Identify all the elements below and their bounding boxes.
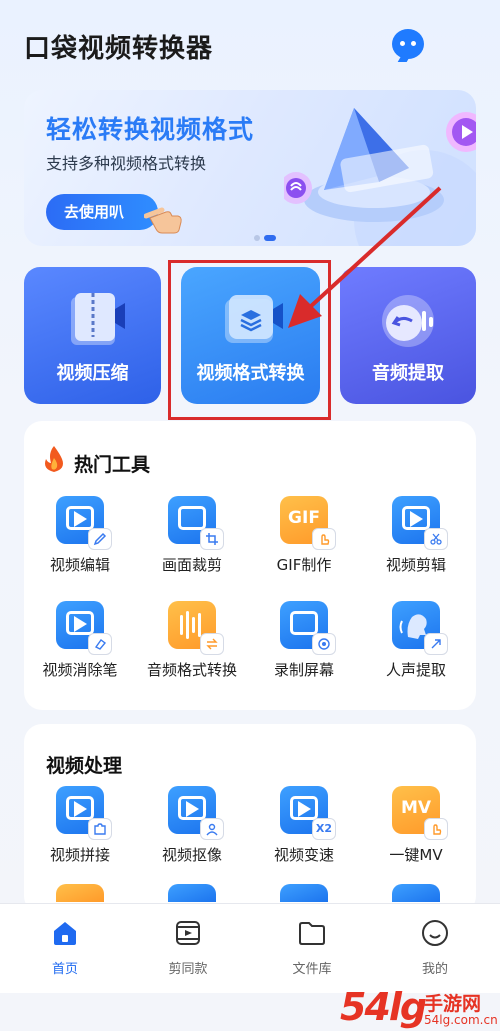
tool-label: 音频格式转换 (146, 661, 237, 679)
tab-label: 我的 (421, 962, 448, 977)
template-icon (176, 921, 200, 945)
video-edit-icon (56, 496, 112, 550)
eraser-icon (56, 601, 112, 655)
tab-label: 文件库 (292, 962, 332, 977)
tool-video-cut[interactable]: 视频剪辑 (360, 496, 472, 575)
record-badge-icon (312, 633, 336, 655)
screen-record-icon (280, 601, 336, 655)
crop-icon (168, 496, 224, 550)
watermark-url: 54lg.com.cn (424, 1013, 498, 1027)
gif-icon-text: GIF (288, 508, 320, 528)
tool-label: 视频抠像 (161, 846, 222, 864)
bottom-tab-bar: 首页 剪同款 文件库 我的 (0, 903, 500, 993)
tab-file-library[interactable]: 文件库 (262, 918, 362, 977)
next-row-icon-peek (168, 884, 216, 902)
tool-label: 人声提取 (385, 661, 446, 679)
tab-label: 首页 (51, 962, 78, 977)
banner-title: 轻松转换视频格式 (46, 115, 255, 144)
tool-video-merge[interactable]: 视频拼接 (24, 786, 136, 865)
home-icon (54, 922, 76, 945)
tool-label: 录制屏幕 (273, 661, 334, 679)
pointing-hand-icon (144, 207, 182, 234)
video-cut-icon (392, 496, 448, 550)
speed-badge-text: X2 (312, 818, 336, 840)
hot-tools-card: 热门工具 视频编辑 画面裁剪 GIF GIF制作 视频剪辑 视频消除笔 音频格式… (24, 421, 476, 710)
video-matting-icon (168, 786, 224, 840)
person-badge-icon (200, 818, 224, 840)
tool-label: 视频拼接 (49, 846, 110, 864)
tool-eraser[interactable]: 视频消除笔 (24, 601, 136, 680)
message-bubble-icon[interactable] (392, 29, 424, 59)
next-row-icon-peek (280, 884, 328, 902)
feature-label: 音频提取 (372, 363, 444, 384)
tool-one-click-mv[interactable]: MV 一键MV (360, 786, 472, 865)
tab-mine[interactable]: 我的 (385, 918, 485, 977)
tool-screen-record[interactable]: 录制屏幕 (248, 601, 360, 680)
fire-icon (45, 446, 63, 472)
tool-label: 画面裁剪 (161, 556, 222, 574)
tool-label: 视频剪辑 (385, 556, 446, 574)
hand-badge-icon (312, 528, 336, 550)
tool-voice-extract[interactable]: 人声提取 (360, 601, 472, 680)
mv-icon-text: MV (400, 798, 432, 818)
folder-icon (299, 922, 325, 945)
site-watermark: 54lg 手游网 54lg.com.cn (340, 985, 500, 1031)
smile-icon (422, 920, 448, 946)
zip-video-icon (70, 293, 125, 345)
convert-badge-icon (200, 633, 224, 655)
hand-badge-icon (424, 818, 448, 840)
tool-crop[interactable]: 画面裁剪 (136, 496, 248, 575)
eraser-badge-icon (88, 633, 112, 655)
gif-icon: GIF (280, 496, 336, 550)
tool-video-speed[interactable]: X2 视频变速 (248, 786, 360, 865)
tool-video-matting[interactable]: 视频抠像 (136, 786, 248, 865)
video-speed-icon: X2 (280, 786, 336, 840)
tool-label: 视频变速 (273, 846, 334, 864)
tab-home[interactable]: 首页 (15, 918, 115, 977)
audio-convert-icon (168, 601, 224, 655)
banner-go-button[interactable]: 去使用叭 (46, 194, 158, 230)
next-row-icon-peek (56, 884, 104, 902)
next-row-icon-peek (392, 884, 440, 902)
tab-label: 剪同款 (168, 962, 208, 977)
feature-video-compress[interactable]: 视频压缩 (24, 267, 161, 404)
extract-badge-icon (424, 633, 448, 655)
app-title: 口袋视频转换器 (24, 34, 214, 64)
voice-extract-icon (392, 601, 448, 655)
puzzle-badge-icon (88, 818, 112, 840)
video-processing-title: 视频处理 (46, 755, 123, 777)
feature-label: 视频压缩 (56, 363, 129, 384)
app-header: 口袋视频转换器 (0, 0, 500, 90)
annotation-arrow (288, 186, 442, 328)
tool-label: 视频编辑 (49, 556, 110, 574)
video-merge-icon (56, 786, 112, 840)
pencil-badge-icon (88, 528, 112, 550)
mv-icon: MV (392, 786, 448, 840)
tool-label: 一键MV (389, 846, 443, 864)
crop-badge-icon (200, 528, 224, 550)
scissors-badge-icon (424, 528, 448, 550)
tool-video-edit[interactable]: 视频编辑 (24, 496, 136, 575)
tool-label: 视频消除笔 (42, 661, 118, 679)
banner-subtitle: 支持多种视频格式转换 (46, 154, 207, 173)
tool-label: GIF制作 (276, 556, 332, 574)
page-dot (254, 235, 260, 241)
tab-templates[interactable]: 剪同款 (138, 918, 238, 977)
watermark-logo: 54lg (340, 985, 427, 1029)
tool-gif[interactable]: GIF GIF制作 (248, 496, 360, 575)
watermark-text: 手游网 (424, 993, 482, 1015)
hot-tools-title: 热门工具 (74, 454, 151, 476)
tool-audio-convert[interactable]: 音频格式转换 (136, 601, 248, 680)
